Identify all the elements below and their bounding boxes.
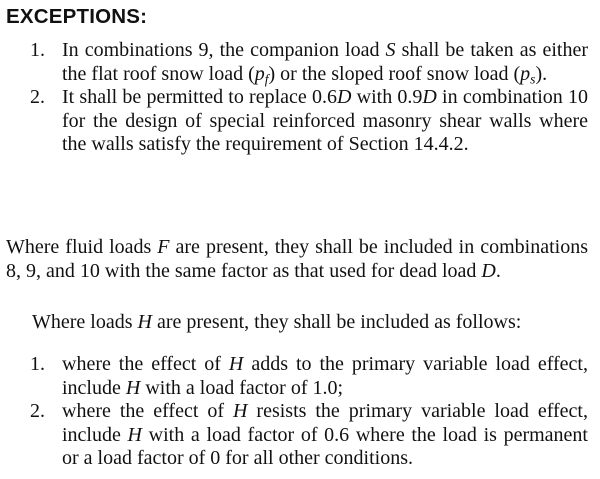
list-text: It shall be permitted to replace 0.6D wi…	[62, 86, 588, 155]
list-text: where the effect of H adds to the primar…	[62, 353, 588, 399]
list-item: 2. It shall be permitted to replace 0.6D…	[0, 86, 600, 157]
exceptions-list: 1. In combinations 9, the companion load…	[0, 39, 600, 157]
list-item: 2. where the effect of H resists the pri…	[0, 400, 600, 471]
fluid-loads-paragraph: Where fluid loads F are present, they sh…	[6, 236, 588, 282]
list-number: 1.	[30, 39, 45, 61]
exceptions-heading: EXCEPTIONS:	[6, 5, 148, 28]
document-page: EXCEPTIONS: 1. In combinations 9, the co…	[0, 0, 600, 479]
list-text: where the effect of H resists the primar…	[62, 400, 588, 469]
h-loads-paragraph: Where loads H are present, they shall be…	[32, 311, 522, 333]
list-text: In combinations 9, the companion load S …	[62, 39, 588, 86]
list-number: 2.	[30, 86, 45, 108]
list-item: 1. In combinations 9, the companion load…	[0, 39, 600, 86]
h-loads-list: 1. where the effect of H adds to the pri…	[0, 353, 600, 471]
list-number: 2.	[30, 400, 45, 422]
list-item: 1. where the effect of H adds to the pri…	[0, 353, 600, 400]
list-number: 1.	[30, 353, 45, 375]
